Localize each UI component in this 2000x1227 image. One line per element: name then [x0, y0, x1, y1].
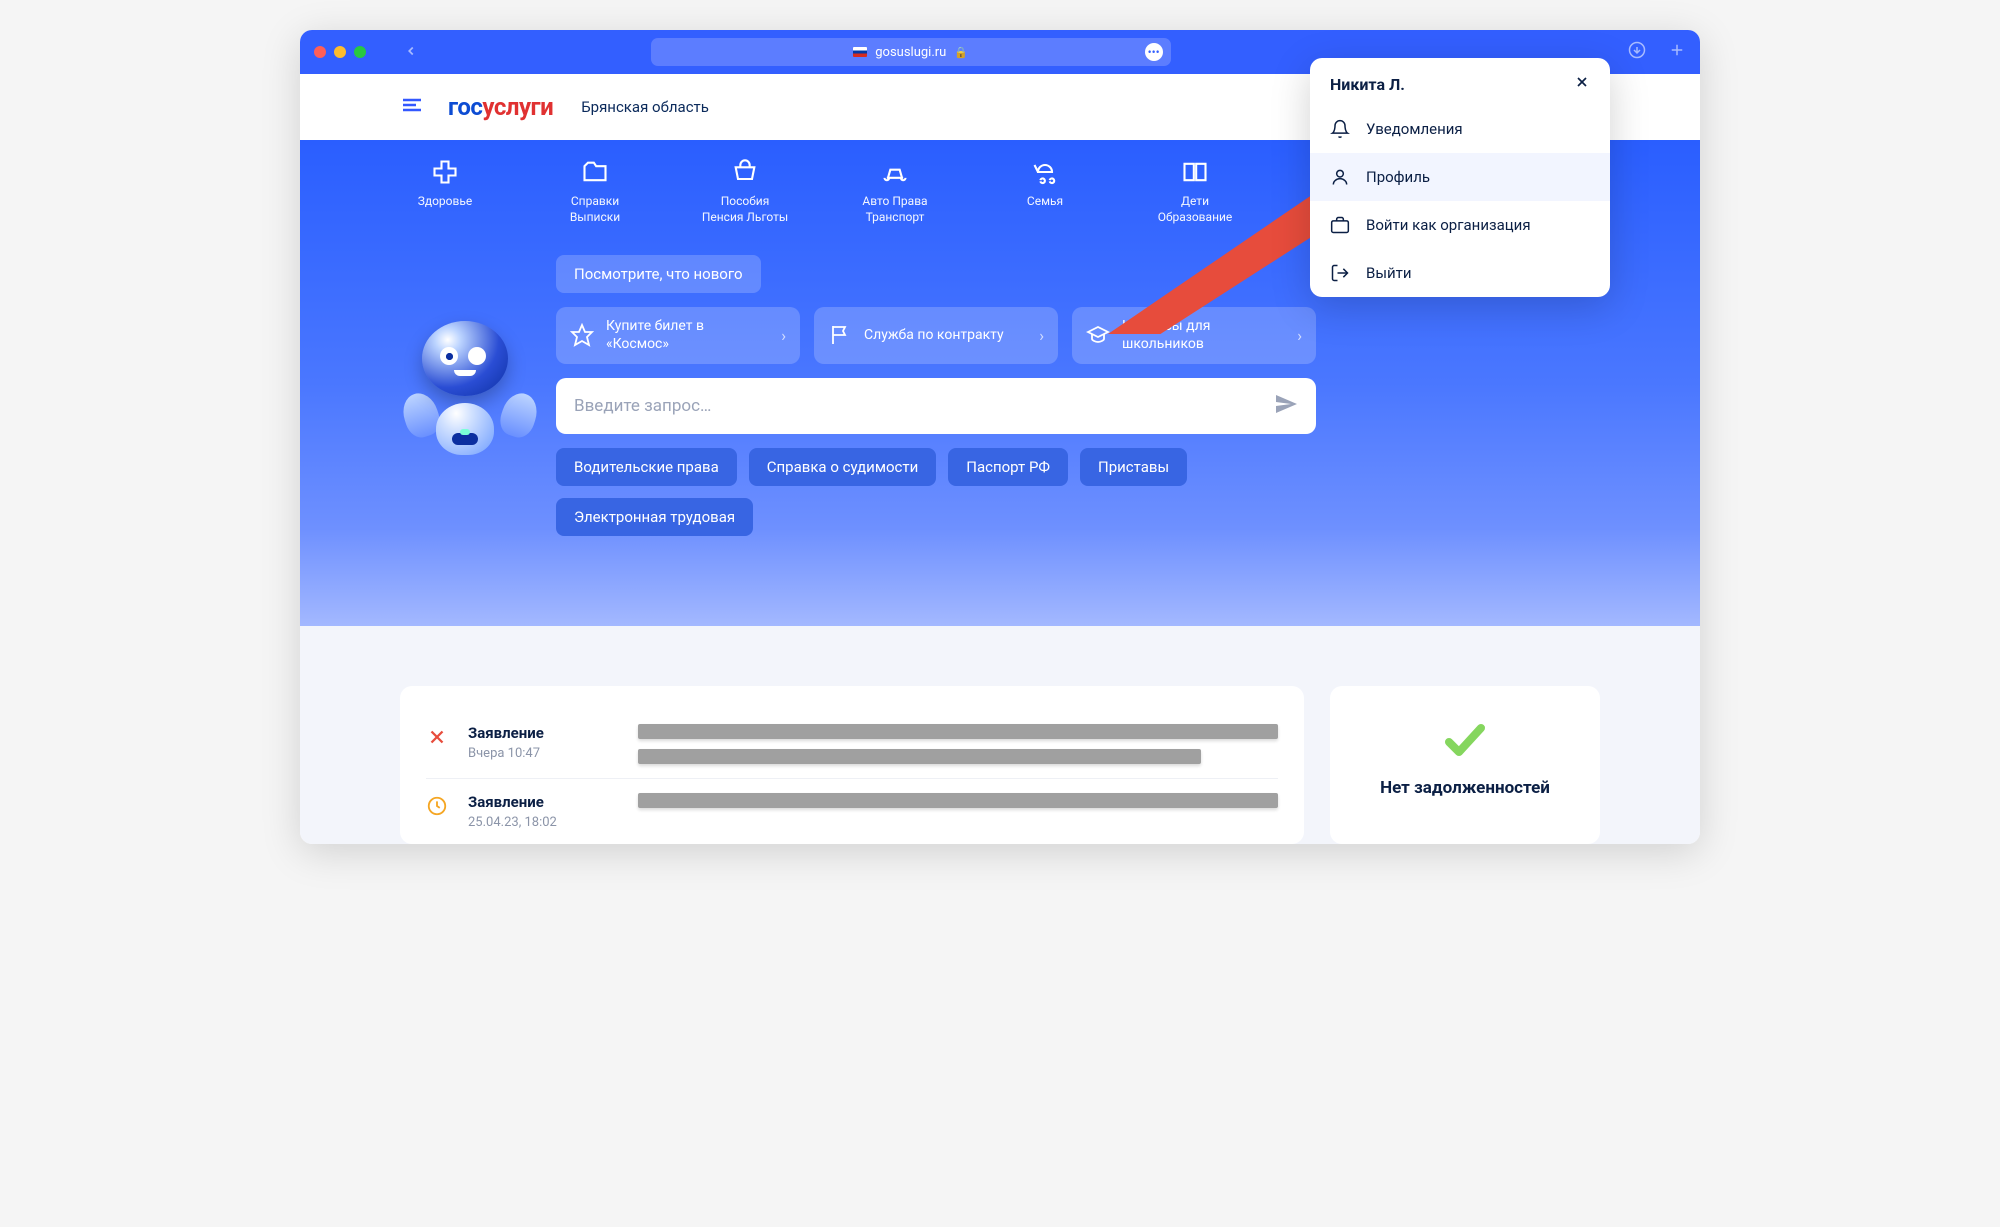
bottom-section: Заявление Вчера 10:47 Заявление 25.04.23…	[300, 626, 1700, 844]
url-text: gosuslugi.ru	[875, 45, 946, 60]
graduation-icon	[1086, 323, 1110, 347]
address-bar[interactable]: gosuslugi.ru 🔒 •••	[651, 38, 1171, 66]
menu-item-logout[interactable]: Выйти	[1310, 249, 1610, 297]
redacted-content	[638, 724, 1278, 764]
logout-icon	[1330, 263, 1350, 283]
flag-icon	[853, 47, 867, 57]
menu-icon[interactable]	[400, 93, 424, 121]
send-icon[interactable]	[1274, 392, 1298, 420]
browser-back-button[interactable]	[404, 42, 418, 63]
category-auto[interactable]: Авто Права Транспорт	[850, 158, 940, 225]
promo-card-it-courses[interactable]: ИТ-курсы для школьников ›	[1072, 307, 1316, 363]
chip-employment-record[interactable]: Электронная трудовая	[556, 498, 753, 536]
chip-drivers-license[interactable]: Водительские права	[556, 448, 737, 486]
chevron-right-icon: ›	[1297, 326, 1302, 345]
chip-criminal-record[interactable]: Справка о судимости	[749, 448, 937, 486]
menu-item-notifications[interactable]: Уведомления	[1310, 105, 1610, 153]
feed-item[interactable]: Заявление 25.04.23, 18:02	[426, 779, 1278, 844]
chevron-right-icon: ›	[1039, 326, 1044, 345]
feed-item-title: Заявление	[468, 793, 618, 811]
redacted-content	[638, 793, 1278, 808]
category-benefits[interactable]: Пособия Пенсия Льготы	[700, 158, 790, 225]
category-documents[interactable]: Справки Выписки	[550, 158, 640, 225]
menu-item-profile[interactable]: Профиль	[1310, 153, 1610, 201]
car-icon	[881, 158, 909, 186]
feed-item-timestamp: Вчера 10:47	[468, 746, 618, 761]
feed-item-title: Заявление	[468, 724, 618, 742]
feed-item-timestamp: 25.04.23, 18:02	[468, 815, 618, 830]
new-tab-icon[interactable]	[1668, 41, 1686, 64]
health-icon	[431, 158, 459, 186]
promo-card-contract[interactable]: Служба по контракту ›	[814, 307, 1058, 363]
downloads-icon[interactable]	[1628, 41, 1646, 64]
star-icon	[570, 323, 594, 347]
feed-panel: Заявление Вчера 10:47 Заявление 25.04.23…	[400, 686, 1304, 844]
news-button[interactable]: Посмотрите, что нового	[556, 255, 761, 293]
chevron-right-icon: ›	[781, 326, 786, 345]
minimize-window-icon[interactable]	[334, 46, 346, 58]
folder-icon	[581, 158, 609, 186]
category-health[interactable]: Здоровье	[400, 158, 490, 225]
wallet-icon	[731, 158, 759, 186]
user-menu-dropdown: Никита Л. Уведомления Профиль Войти как …	[1310, 58, 1610, 297]
region-selector[interactable]: Брянская область	[581, 98, 709, 116]
close-window-icon[interactable]	[314, 46, 326, 58]
menu-item-login-organization[interactable]: Войти как организация	[1310, 201, 1610, 249]
debts-panel: Нет задолженностей	[1330, 686, 1600, 844]
briefcase-icon	[1330, 215, 1350, 235]
debts-status-title: Нет задолженностей	[1350, 778, 1580, 798]
chip-bailiffs[interactable]: Приставы	[1080, 448, 1187, 486]
error-icon	[426, 726, 448, 748]
robot-mascot	[400, 315, 530, 485]
close-icon[interactable]	[1574, 74, 1590, 95]
stroller-icon	[1031, 158, 1059, 186]
user-icon	[1330, 167, 1350, 187]
search-input[interactable]	[574, 396, 1274, 416]
category-education[interactable]: Дети Образование	[1150, 158, 1240, 225]
chip-passport-rf[interactable]: Паспорт РФ	[948, 448, 1068, 486]
feed-item[interactable]: Заявление Вчера 10:47	[426, 710, 1278, 779]
lock-icon: 🔒	[954, 46, 968, 59]
flag-icon	[828, 323, 852, 347]
site-settings-icon[interactable]: •••	[1145, 43, 1163, 61]
bell-icon	[1330, 119, 1350, 139]
category-family[interactable]: Семья	[1000, 158, 1090, 225]
promo-card-cosmos[interactable]: Купите билет в «Космос» ›	[556, 307, 800, 363]
user-name: Никита Л.	[1330, 75, 1405, 94]
logo[interactable]: госуслуги	[448, 93, 553, 121]
book-icon	[1181, 158, 1209, 186]
clock-icon	[426, 795, 448, 817]
window-controls[interactable]	[314, 46, 366, 58]
checkmark-icon	[1435, 716, 1495, 764]
maximize-window-icon[interactable]	[354, 46, 366, 58]
search-bar[interactable]	[556, 378, 1316, 434]
